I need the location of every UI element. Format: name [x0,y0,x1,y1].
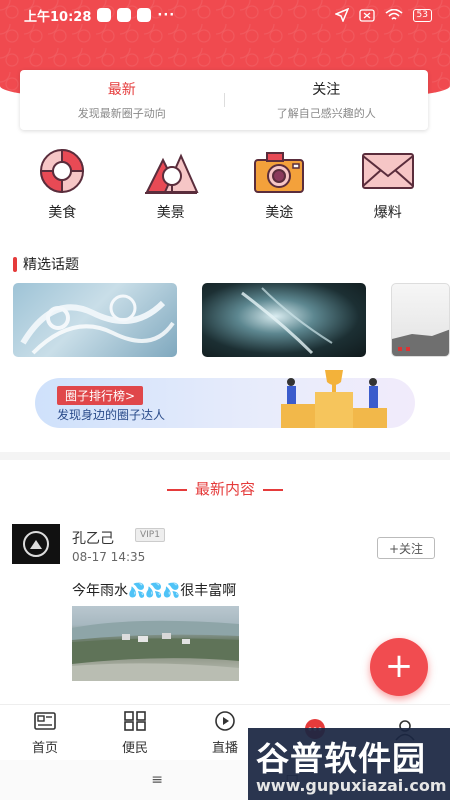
title-dash [263,488,283,491]
category-label: 美食 [48,205,77,221]
featured-topics-carousel [13,283,450,359]
ranking-tag: 圈子排行榜> [57,386,144,405]
topic-card[interactable] [13,283,177,357]
tab-title: 关注 [312,82,341,98]
status-time: 上午10:28 [24,9,92,25]
tab-title: 最新 [107,82,136,98]
landscape-icon [144,153,199,194]
flood-photo [72,620,239,681]
latest-title: 最新内容 [194,480,255,498]
category-label: 美景 [156,205,185,221]
notification-icon [117,8,132,22]
section-title: 精选话题 [23,257,79,273]
mail-icon [361,153,414,189]
avatar-logo-icon [23,531,49,557]
post-text-after: 很丰富啊 [180,583,237,599]
follow-button[interactable]: +关注 [377,537,435,559]
notification-icon [97,8,112,22]
tab-latest[interactable]: 最新 发现最新圈子动向 [20,70,224,130]
ranking-subtitle: 发现身边的圈子达人 [57,408,166,422]
avatar[interactable] [12,524,60,564]
tab-subtitle: 发现最新圈子动向 [77,107,166,120]
location-icon [334,8,349,22]
sweat-drops-emoji: 💦💦💦 [128,583,181,599]
nav-services[interactable]: 便民 [90,705,180,760]
battery-icon: 53 [412,8,432,22]
watermark-logo: 谷普软件园 www.gupuxiazai.com [248,728,450,800]
topic-card[interactable] [391,283,450,357]
feed-tabs: 最新 发现最新圈子动向 关注 了解自己感兴趣的人 [20,70,428,130]
wifi-icon [385,8,403,20]
add-post-button[interactable]: + [370,638,428,696]
news-icon [34,711,56,730]
tab-following[interactable]: 关注 了解自己感兴趣的人 [225,70,429,130]
status-bar: 上午10:28 ··· 53 [0,0,450,30]
title-dash [166,488,187,491]
play-icon [215,710,235,731]
post-image[interactable] [72,606,239,681]
tab-subtitle: 了解自己感兴趣的人 [276,107,376,120]
post-text: 今年雨水💦💦💦很丰富啊 [72,580,236,600]
category-row: 美食 美景 美途 爆料 [0,146,450,226]
category-scenery[interactable]: 美景 [131,146,211,226]
post-time: 08-17 14:35 [72,550,146,564]
category-report[interactable]: 爆料 [348,146,428,226]
nav-home[interactable]: 首页 [0,705,90,760]
camera-icon [254,152,305,193]
ranking-banner[interactable]: 圈子排行榜> 发现身边的圈子达人 [35,370,415,428]
watermark-url: www.gupuxiazai.com [256,776,447,795]
category-travel[interactable]: 美途 [239,146,319,226]
featured-topics-header: 精选话题 [13,254,79,274]
status-more: ··· [157,7,176,23]
nav-label: 直播 [211,740,238,756]
topic-card[interactable] [202,283,366,357]
category-label: 爆料 [373,205,402,221]
menu-key-icon[interactable]: ≡ [151,772,163,788]
podium-illustration [281,370,387,428]
nav-label: 便民 [121,740,148,756]
no-sim-icon [358,8,375,22]
category-food[interactable]: 美食 [22,146,102,226]
vip-badge: VIP1 [135,528,165,542]
app-screen: 上午10:28 ··· 53 最新 发现最新圈子动向 关注 了解自己感兴趣的人 [0,0,450,800]
grid-icon [124,710,146,731]
topic-image [241,287,333,355]
category-label: 美途 [265,205,294,221]
section-divider [0,452,450,460]
post-username[interactable]: 孔乙己 [72,528,114,548]
topic-image [20,294,175,355]
section-marker [13,256,17,272]
notification-icon [137,8,152,22]
post-text-before: 今年雨水 [72,583,128,599]
status-icons: 53 [334,8,432,22]
nav-label: 首页 [31,740,58,756]
lifebuoy-icon [40,148,85,194]
topic-image [392,329,449,356]
watermark-title: 谷普软件园 [256,739,426,778]
latest-content-header: 最新内容 [0,478,450,499]
